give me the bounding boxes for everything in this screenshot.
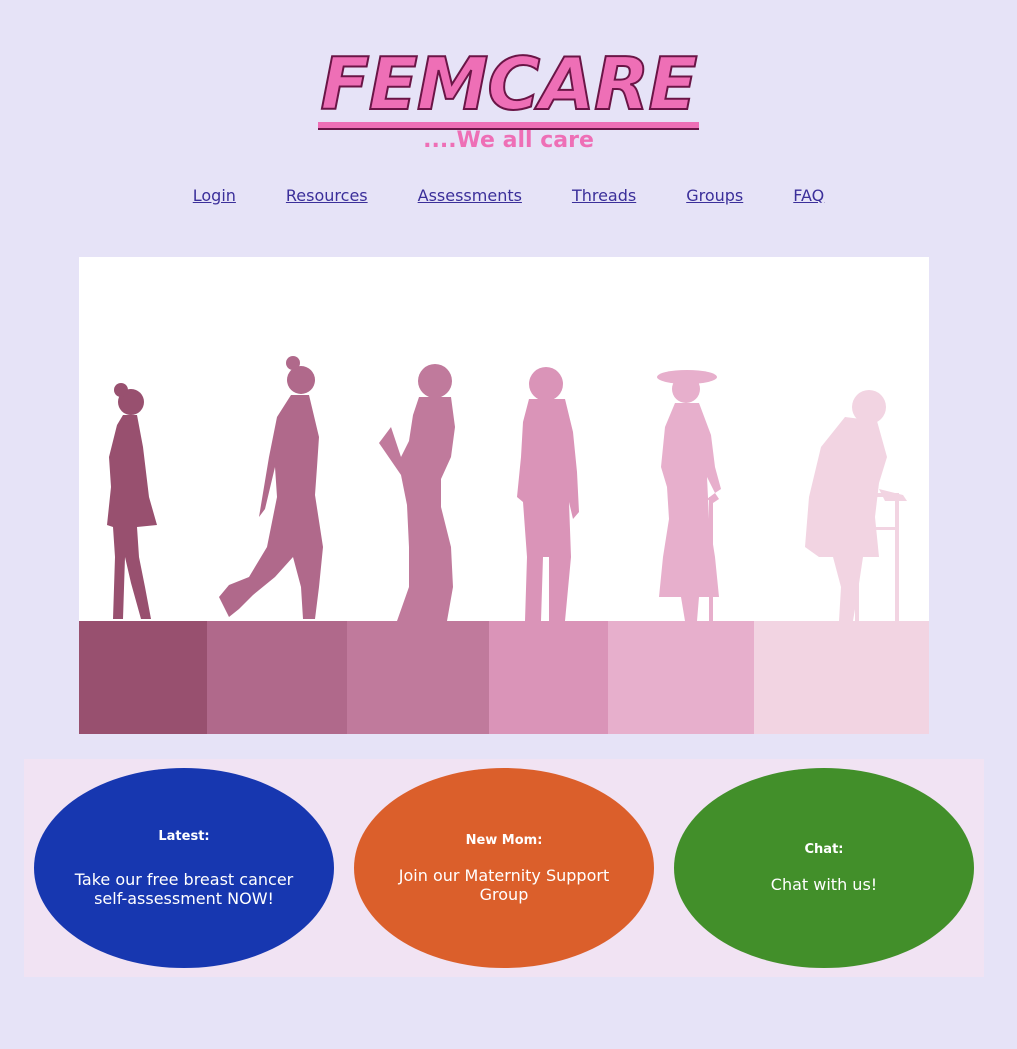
middle-aged-silhouette [517,367,579,621]
nav-threads-link[interactable]: Threads [572,186,636,205]
site-logo[interactable]: FEMCARE [0,40,1017,128]
latest-card-body: Take our free breast cancer self-assessm… [74,869,294,908]
new-mom-card-title: New Mom: [465,832,543,848]
girl-silhouette [107,383,157,619]
teen-silhouette [219,356,323,619]
floor-block-5 [608,621,754,734]
women-life-stages-illustration [79,356,929,734]
main-nav: Login Resources Assessments Threads Grou… [0,186,1017,205]
chat-card-body: Chat with us! [770,875,878,894]
chat-card-title: Chat: [804,842,844,857]
latest-card-title: Latest: [158,828,210,844]
nav-assessments-link[interactable]: Assessments [418,186,522,205]
elderly-cane-silhouette [657,370,721,621]
nav-resources-link[interactable]: Resources [286,186,368,205]
feature-cards: Latest: Take our free breast cancer self… [24,759,984,977]
adult-silhouette [379,364,455,621]
floor-block-3 [347,621,489,734]
floor-block-2 [207,621,347,734]
elderly-walker-silhouette [805,390,907,621]
nav-groups-link[interactable]: Groups [686,186,743,205]
page: FEMCARE ....We all care Login Resources … [0,0,1017,1049]
latest-card[interactable]: Latest: Take our free breast cancer self… [34,768,334,968]
nav-faq-link[interactable]: FAQ [793,186,824,205]
nav-login-link[interactable]: Login [193,186,236,205]
hero-image [79,257,929,734]
floor-block-4 [489,621,608,734]
floor-block-1 [79,621,207,734]
new-mom-card-body: Join our Maternity Support Group [398,865,610,904]
floor-block-6 [754,621,929,734]
new-mom-card[interactable]: New Mom: Join our Maternity Support Grou… [354,768,654,968]
chat-card[interactable]: Chat: Chat with us! [674,768,974,968]
logo-text: FEMCARE [318,42,699,128]
tagline: ....We all care [423,128,594,153]
